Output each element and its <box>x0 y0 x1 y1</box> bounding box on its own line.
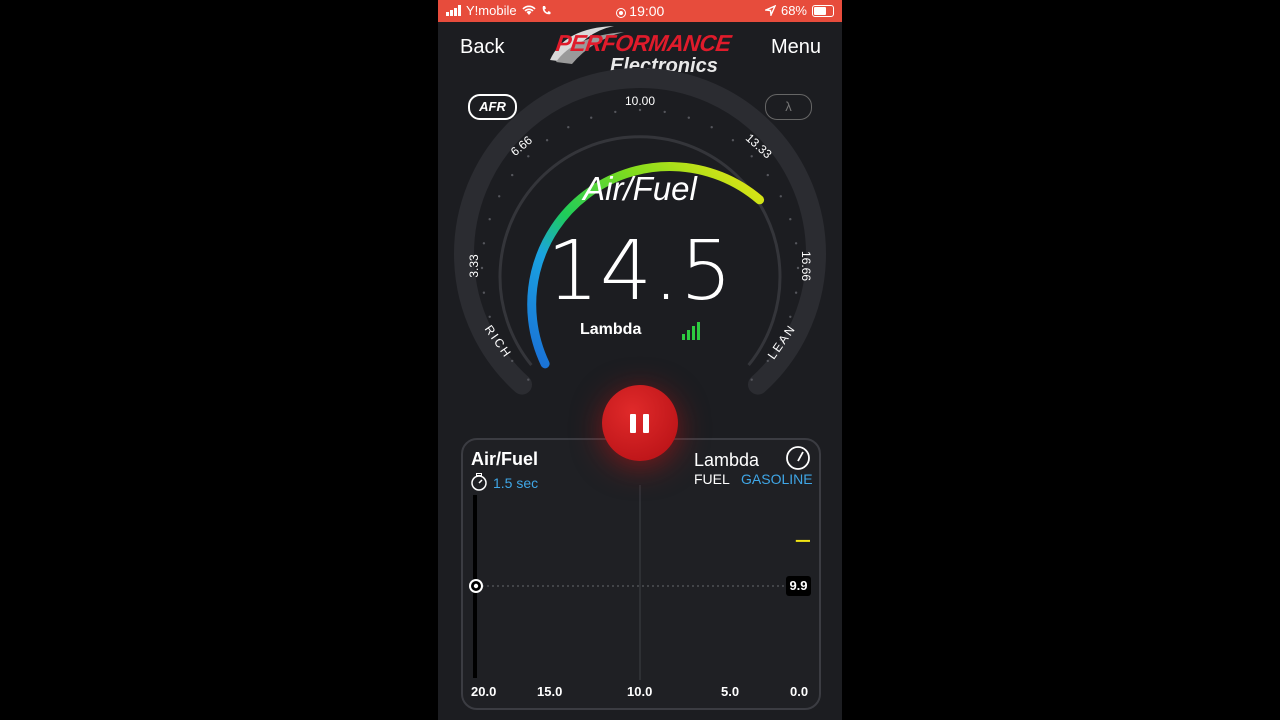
chart-title: Air/Fuel <box>471 449 539 469</box>
x-tick-15: 15.0 <box>537 684 563 699</box>
chart-sensor-label: Lambda <box>694 450 760 470</box>
phone-screen: Y!mobile 19:00 68% Back Menu PERFORMANCE… <box>438 0 842 720</box>
pause-button[interactable] <box>602 385 678 461</box>
stopwatch-icon <box>471 473 487 491</box>
gauge-settings-icon[interactable] <box>786 446 810 470</box>
marker-value-badge: 9.9 <box>786 576 811 596</box>
chart-interval[interactable]: 1.5 sec <box>493 475 538 491</box>
x-tick-20: 20.0 <box>471 684 497 699</box>
fuel-value[interactable]: GASOLINE <box>741 471 813 487</box>
afr-chart <box>469 446 810 680</box>
x-tick-10: 10.0 <box>627 684 653 699</box>
x-tick-5: 5.0 <box>721 684 740 699</box>
fuel-label: FUEL <box>694 471 730 487</box>
x-tick-0: 0.0 <box>790 684 809 699</box>
